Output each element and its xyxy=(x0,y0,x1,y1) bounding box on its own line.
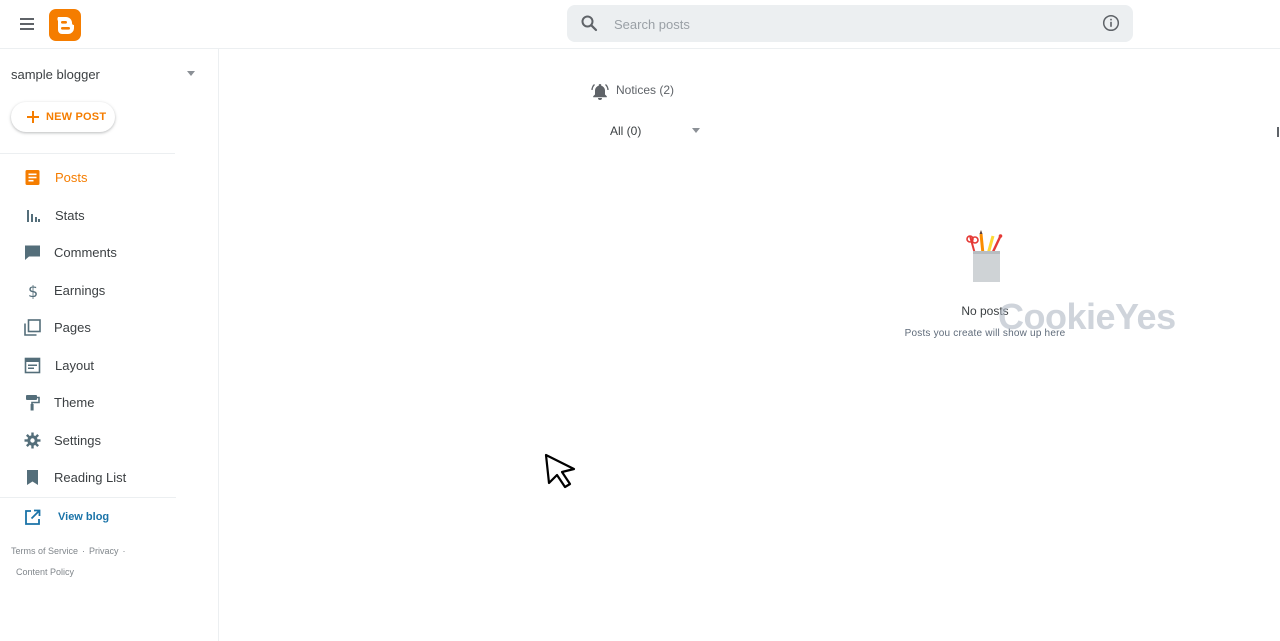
blog-selector-dropdown[interactable]: sample blogger xyxy=(11,66,201,84)
sidebar-item-label: Reading List xyxy=(54,470,127,485)
dropdown-caret-icon xyxy=(692,128,700,133)
notices-toggle[interactable]: Notices (2) xyxy=(591,81,711,101)
blog-name: sample blogger xyxy=(11,67,100,82)
bookmark-icon xyxy=(27,470,38,485)
sidebar-item-stats[interactable]: Stats xyxy=(0,199,218,231)
pencil-cup-illustration-icon xyxy=(963,228,1009,284)
sidebar-item-label: Pages xyxy=(54,320,91,335)
plus-icon xyxy=(27,111,39,123)
sidebar-item-label: Comments xyxy=(54,245,117,260)
privacy-link[interactable]: Privacy xyxy=(89,546,119,556)
sidebar-item-settings[interactable]: Settings xyxy=(0,424,218,456)
search-icon[interactable] xyxy=(580,14,598,32)
svg-text:$: $ xyxy=(28,282,38,299)
notices-label: Notices (2) xyxy=(616,83,675,97)
filter-label: All (0) xyxy=(610,124,642,138)
top-app-bar xyxy=(0,0,1280,49)
blogger-logo-icon[interactable] xyxy=(49,9,81,41)
cookieyes-watermark: CookieYes xyxy=(998,296,1176,337)
sidebar-item-label: Settings xyxy=(54,433,101,448)
sidebar-item-earnings[interactable]: $ Earnings xyxy=(0,274,218,306)
open-in-new-icon xyxy=(25,509,41,525)
footer-links: Terms of Service · Privacy · Content Policy xyxy=(11,541,211,583)
search-input[interactable] xyxy=(612,5,1096,44)
sidebar-item-theme[interactable]: Theme xyxy=(0,386,218,418)
dropdown-caret-icon xyxy=(187,71,195,76)
dollar-icon: $ xyxy=(28,282,38,299)
sidebar-item-pages[interactable]: Pages xyxy=(0,311,218,343)
pages-icon xyxy=(24,319,41,336)
bell-icon xyxy=(591,84,609,100)
comments-icon xyxy=(25,245,40,260)
stats-icon xyxy=(27,210,40,222)
sidebar-item-posts[interactable]: Posts xyxy=(0,161,218,193)
sidebar-item-label: Posts xyxy=(55,170,88,185)
scroll-edge-marker xyxy=(1277,127,1279,137)
sidebar-item-layout[interactable]: Layout xyxy=(0,349,218,381)
hamburger-menu-icon[interactable] xyxy=(14,12,40,36)
paint-roller-icon xyxy=(26,395,40,411)
sidebar-item-reading-list[interactable]: Reading List xyxy=(0,461,218,493)
terms-of-service-link[interactable]: Terms of Service xyxy=(11,546,78,556)
sidebar-divider xyxy=(0,153,175,154)
content-policy-link[interactable]: Content Policy xyxy=(16,567,74,577)
layout-icon xyxy=(24,357,41,374)
view-blog-link[interactable]: View blog xyxy=(24,507,174,529)
info-icon[interactable] xyxy=(1102,14,1120,32)
sidebar-item-label: Layout xyxy=(55,358,95,373)
sidebar-divider xyxy=(0,497,176,498)
view-blog-label: View blog xyxy=(58,511,110,523)
sidebar-item-label: Theme xyxy=(54,395,95,410)
new-post-label: NEW POST xyxy=(46,111,107,123)
post-filter-dropdown[interactable]: All (0) xyxy=(610,122,702,140)
sidebar-item-label: Stats xyxy=(55,208,85,223)
gear-icon xyxy=(24,432,41,449)
mouse-pointer-icon xyxy=(543,453,579,489)
footer-separator: · xyxy=(82,546,86,556)
posts-icon xyxy=(25,170,40,185)
footer-separator: · xyxy=(122,546,126,556)
sidebar-item-label: Earnings xyxy=(54,283,106,298)
sidebar: sample blogger NEW POST Posts Stats Comm… xyxy=(0,49,219,641)
search-bar xyxy=(567,5,1133,44)
new-post-button[interactable]: NEW POST xyxy=(11,102,115,132)
sidebar-item-comments[interactable]: Comments xyxy=(0,236,218,268)
